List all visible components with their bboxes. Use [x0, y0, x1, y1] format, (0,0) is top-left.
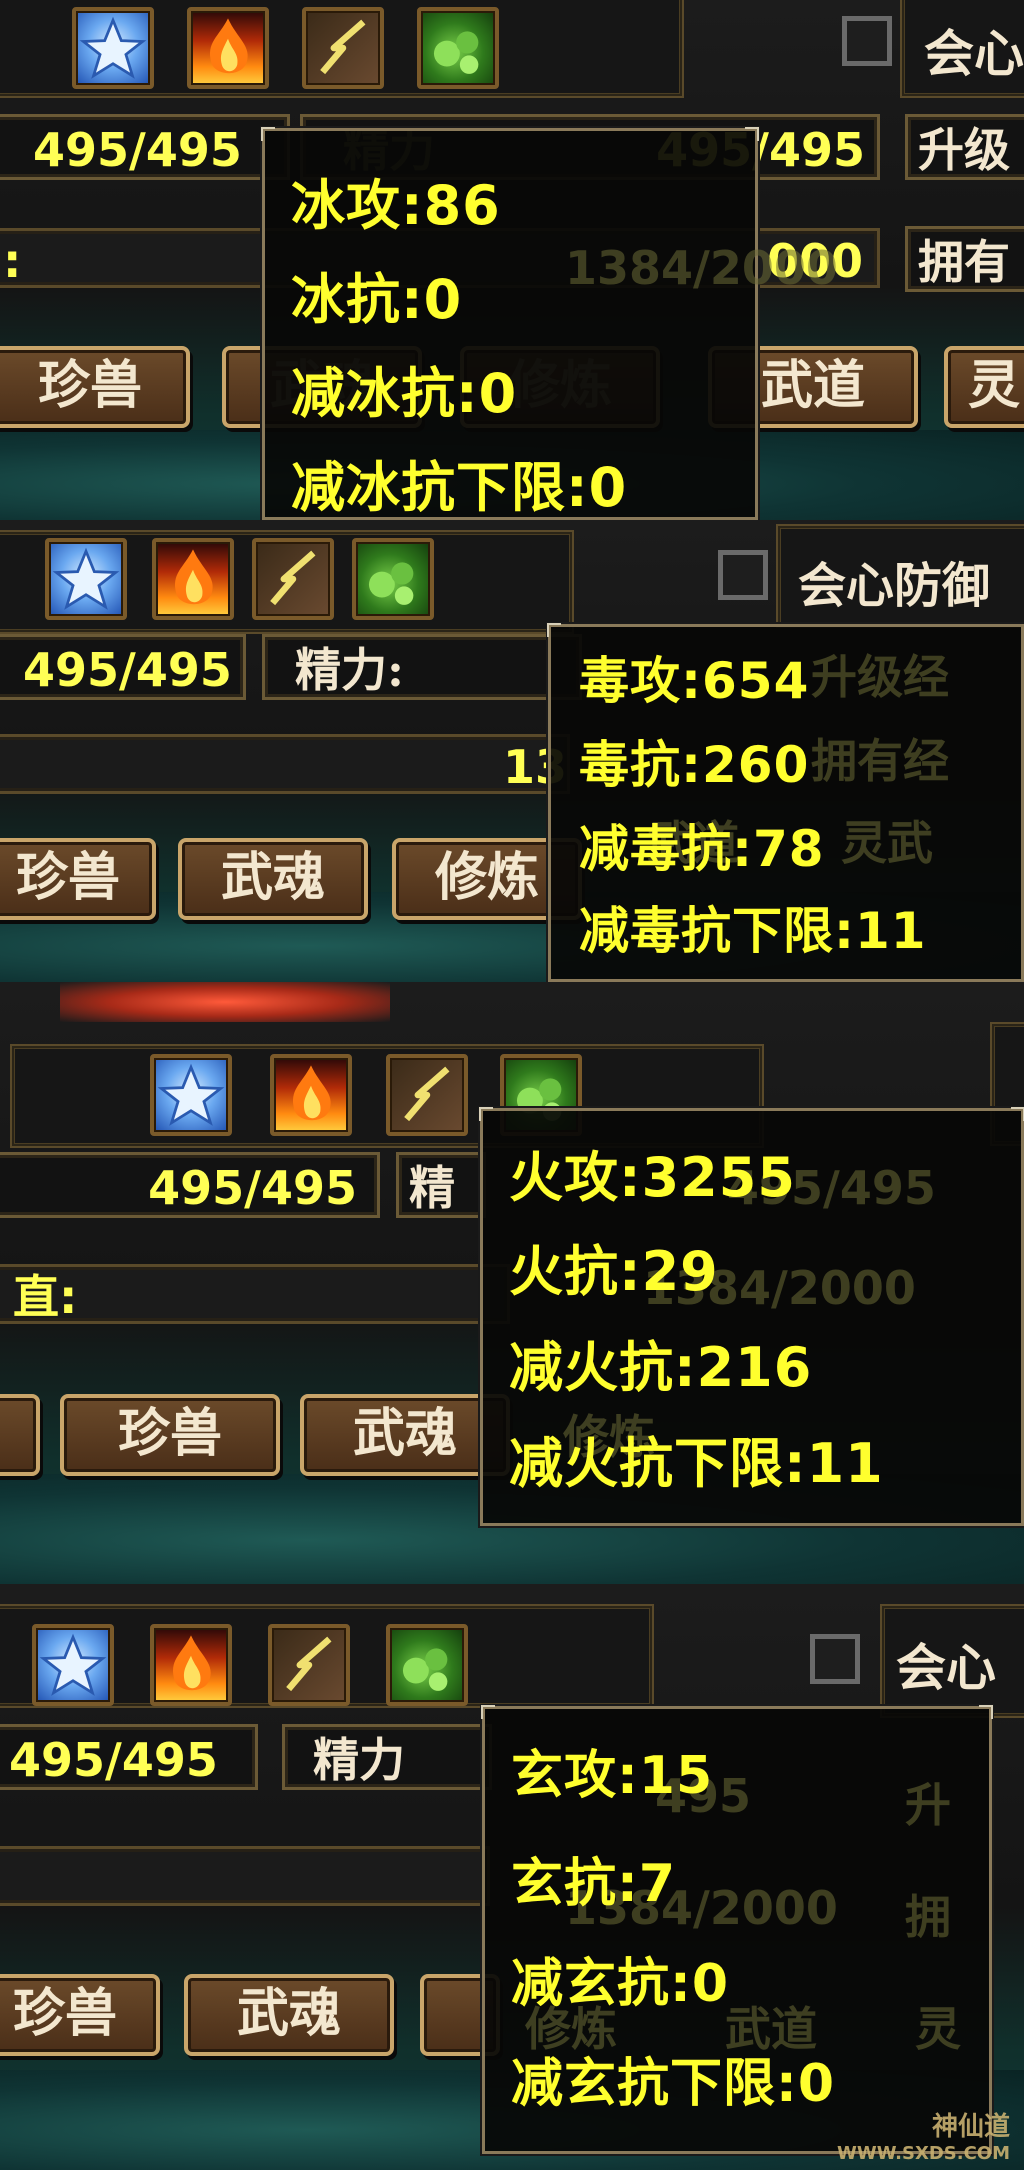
fire-icon[interactable]	[150, 1624, 232, 1706]
ghost-bar-value: 1384/2000	[565, 241, 838, 295]
red-glow	[60, 982, 390, 1022]
poison-icon[interactable]	[417, 7, 499, 89]
lightning-icon[interactable]	[252, 538, 334, 620]
right-label-critical-defense: 会心防御	[798, 558, 991, 614]
ice-star-icon[interactable]	[45, 538, 127, 620]
lightning-icon[interactable]	[302, 7, 384, 89]
tooltip-line-3: 减冰抗:0	[291, 362, 518, 425]
tooltip-line-1: 毒攻:654	[579, 652, 810, 710]
button-spirit[interactable]: 灵	[944, 346, 1024, 428]
tooltip-line-3: 减火抗:216	[509, 1336, 813, 1399]
tooltip-line-1: 冰攻:86	[291, 174, 501, 237]
tooltip-line-4: 减玄抗下限:0	[511, 2054, 835, 2114]
tooltip-line-3: 减玄抗:0	[511, 1954, 729, 2014]
panel-fire: 495/495 精 直: 珍兽 武魂 495/495 1384/2000 修炼 …	[0, 982, 1024, 1584]
lightning-icon[interactable]	[268, 1624, 350, 1706]
tooltip-line-4: 减冰抗下限:0	[291, 456, 628, 519]
ghost-own-label: 拥	[905, 1890, 951, 1944]
watermark-text: 神仙道	[931, 2112, 1010, 2142]
ornament-knot	[810, 1634, 860, 1684]
tooltip-line-1: 火攻:3255	[509, 1146, 796, 1209]
ghost-spirit-label: 灵武	[841, 816, 933, 870]
tooltip-line-2: 冰抗:0	[291, 268, 463, 331]
stat-hp: 495/495	[0, 1724, 258, 1790]
ice-star-icon[interactable]	[72, 7, 154, 89]
button-pet[interactable]: 珍兽	[0, 1974, 160, 2056]
tooltip-line-1: 玄攻:15	[511, 1746, 714, 1806]
panel-poison: 会心防御 495/495 精力: 13 珍兽 武魂 修炼 升级经 拥有经 武道 …	[0, 520, 1024, 982]
panel-mystic: 会心 495/495 精力 珍兽 武魂 495 升 1384/2000 拥 修炼…	[0, 1584, 1024, 2170]
tooltip-line-2: 玄抗:7	[511, 1854, 676, 1914]
tooltip-mystic: 495 升 1384/2000 拥 修炼 武道 灵 玄攻:15 玄抗:7 减玄抗…	[481, 1705, 993, 2154]
button-pet[interactable]: 珍兽	[0, 838, 156, 920]
stat-hp: 495/495	[0, 634, 246, 700]
right-own-box: 拥有	[905, 226, 1024, 292]
tooltip-line-2: 火抗:29	[509, 1240, 719, 1303]
watermark-url: WWW.SXDS.COM	[837, 2143, 1010, 2164]
tooltip-fire: 495/495 1384/2000 修炼 火攻:3255 火抗:29 减火抗:2…	[479, 1107, 1024, 1526]
button-pet[interactable]: 珍兽	[60, 1394, 280, 1476]
lightning-icon[interactable]	[386, 1054, 468, 1136]
right-label-box: 会心	[900, 0, 1024, 98]
fire-icon[interactable]	[270, 1054, 352, 1136]
tooltip-line-3: 减毒抗:78	[579, 820, 825, 878]
panel-ice: 会心 495/495 精力 495/495 升级 000 : 拥有 珍兽 武魂 …	[0, 0, 1024, 520]
ice-star-icon[interactable]	[150, 1054, 232, 1136]
right-label-box: 会心防御	[776, 524, 1024, 628]
ghost-upgrade-label: 升	[905, 1778, 951, 1832]
right-label-critical: 会心	[924, 24, 1024, 83]
site-watermark: 神仙道 WWW.SXDS.COM	[837, 2106, 1010, 2164]
fire-icon[interactable]	[152, 538, 234, 620]
exp-bar	[0, 1846, 490, 1906]
ornament-knot	[842, 16, 892, 66]
right-label-critical: 会心	[896, 1638, 996, 1697]
ornament-knot	[718, 550, 768, 600]
stat-energy: 精力:	[262, 634, 582, 700]
tooltip-poison: 升级经 拥有经 武道 灵武 毒攻:654 毒抗:260 减毒抗:78 减毒抗下限…	[547, 623, 1024, 982]
button-soul[interactable]: 武魂	[184, 1974, 394, 2056]
stat-energy: 精力	[282, 1724, 492, 1790]
right-label-box: 会心	[880, 1604, 1024, 1718]
tooltip-line-2: 毒抗:260	[579, 736, 810, 794]
stat-hp: 495/495	[0, 1152, 380, 1218]
poison-icon[interactable]	[386, 1624, 468, 1706]
fire-icon[interactable]	[187, 7, 269, 89]
tooltip-line-4: 减火抗下限:11	[509, 1432, 884, 1495]
ghost-own-label: 拥有经	[811, 734, 949, 788]
exp-bar: 13	[0, 734, 570, 794]
tooltip-ice: 1384/2000 冰攻:86 冰抗:0 减冰抗:0 减冰抗下限:0	[261, 127, 838, 520]
ghost-upgrade-label: 升级经	[811, 650, 949, 704]
stat-hp: 495/495	[0, 114, 290, 180]
ice-star-icon[interactable]	[32, 1624, 114, 1706]
poison-icon[interactable]	[352, 538, 434, 620]
stat-energy: 精	[396, 1152, 486, 1218]
button-soul[interactable]: 武魂	[178, 838, 368, 920]
right-upgrade-box: 升级	[905, 114, 1024, 180]
button-pet[interactable]: 珍兽	[0, 346, 190, 428]
tooltip-line-4: 减毒抗下限:11	[579, 902, 927, 960]
exp-bar: 直:	[0, 1264, 510, 1324]
button-soul[interactable]: 武魂	[300, 1394, 510, 1476]
ghost-spirit-label: 灵	[915, 2002, 961, 2056]
button-edge[interactable]	[0, 1394, 40, 1476]
